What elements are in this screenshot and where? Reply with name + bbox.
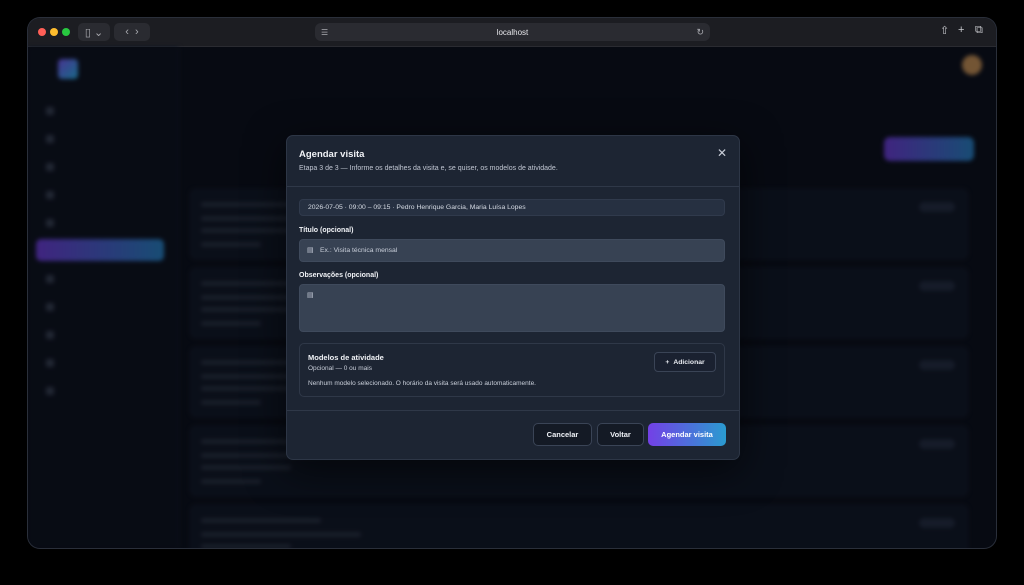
page-settings-icon[interactable]: ☰ [321,28,328,37]
back-button[interactable]: Voltar [597,423,644,446]
title-field-label: Título (opcional) [299,227,354,234]
divider [287,186,739,187]
add-model-button[interactable]: + Adicionar [654,352,716,372]
minimize-window-button[interactable] [50,28,58,36]
document-icon: ▤ [307,292,314,299]
activity-models-panel: Modelos de atividade Opcional — 0 ou mai… [299,343,725,397]
address-url: localhost [496,27,529,37]
models-title: Modelos de atividade [308,353,384,362]
new-tab-icon[interactable]: + [958,24,964,36]
notes-field[interactable]: ▤ [299,284,725,332]
share-icon[interactable]: ⇧ [940,24,949,37]
address-bar[interactable]: ☰ localhost ↻ [315,23,710,41]
dialog-subtitle: Etapa 3 de 3 — Informe os detalhes da vi… [299,165,558,172]
zoom-window-button[interactable] [62,28,70,36]
browser-toolbar: ▯ ⌄ ‹ › ☰ localhost ↻ ⇧ + ⧉ [28,18,996,47]
add-model-label: Adicionar [673,358,705,366]
title-field[interactable]: ▤ [299,239,725,262]
models-empty-text: Nenhum modelo selecionado. O horário da … [308,380,536,387]
tabs-overview-icon[interactable]: ⧉ [975,24,983,37]
sidebar-toggle-icon[interactable]: ▯ ⌄ [78,23,110,41]
close-window-button[interactable] [38,28,46,36]
back-forward-buttons[interactable]: ‹ › [114,23,150,41]
document-icon: ▤ [307,247,314,254]
visit-summary: 2026-07-05 · 09:00 – 09:15 · Pedro Henri… [299,199,725,216]
reload-icon[interactable]: ↻ [696,27,704,38]
cancel-button[interactable]: Cancelar [533,423,592,446]
schedule-visit-button[interactable]: Agendar visita [648,423,726,446]
notes-textarea[interactable] [320,285,718,331]
plus-icon: + [665,358,670,366]
notes-field-label: Observações (opcional) [299,272,379,279]
models-subtitle: Opcional — 0 ou mais [308,365,372,372]
divider [287,410,739,411]
close-icon[interactable]: ✕ [717,146,727,160]
schedule-visit-dialog: Agendar visita Etapa 3 de 3 — Informe os… [286,135,740,460]
dialog-title: Agendar visita [299,149,365,160]
title-input[interactable] [320,240,718,261]
